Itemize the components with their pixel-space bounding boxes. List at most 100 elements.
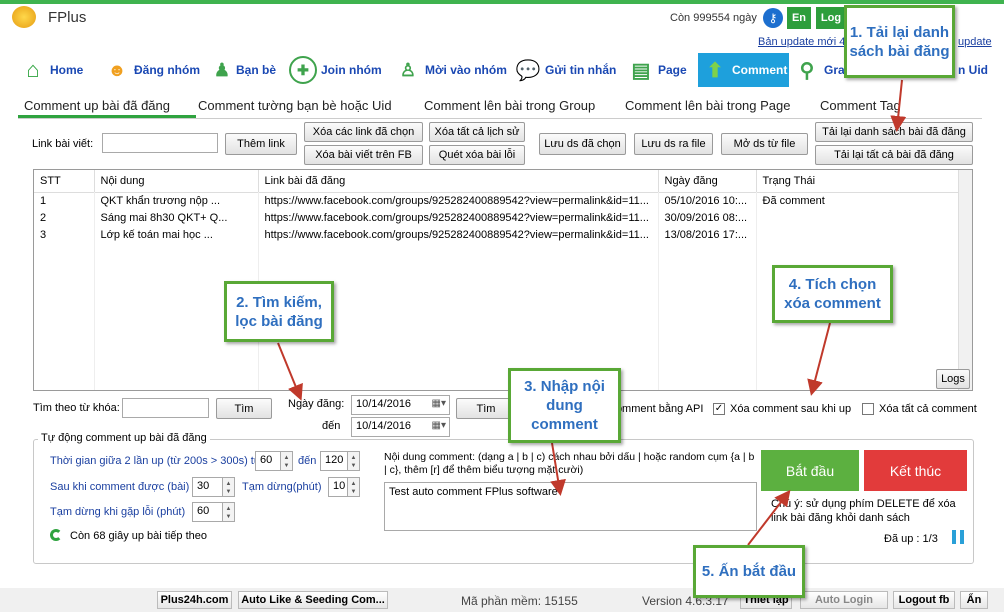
cell-status [756, 209, 972, 226]
scan-error-posts-button[interactable]: Quét xóa bài lỗi [429, 145, 525, 165]
login-button[interactable]: Log [816, 7, 846, 29]
app-title: FPlus [48, 9, 87, 26]
find-keyword-button[interactable]: Tìm [216, 398, 272, 419]
join-group-icon: ✚ [289, 56, 317, 84]
cell-stt: 3 [34, 226, 95, 243]
chat-icon: 💬 [515, 59, 541, 82]
nav-dang-nhom[interactable]: ☻ Đăng nhóm [104, 57, 200, 83]
site-link[interactable]: Plus24h.com [157, 591, 232, 609]
update-link[interactable]: Bản update mới 4. [758, 36, 848, 48]
error-pause-label: Tạm dừng khi gặp lỗi (phút) [50, 506, 186, 518]
update-link-2[interactable]: update [958, 36, 992, 48]
delete-all-label: Xóa tất cả comment [879, 403, 977, 415]
find-date-button[interactable]: Tìm [456, 398, 516, 419]
logout-fb-button[interactable]: Logout fb [893, 591, 955, 609]
delete-all-checkbox[interactable] [862, 403, 874, 415]
auto-login-button[interactable]: Auto Login [800, 591, 888, 609]
stop-button[interactable]: Kết thúc [864, 450, 967, 491]
spinner-icon[interactable]: ▲ ▼ [347, 452, 359, 470]
search-icon: ⚲ [799, 59, 815, 82]
table-row[interactable]: 2 Sáng mai 8h30 QKT+ Q... https://www.fa… [34, 209, 972, 226]
spinner-icon[interactable]: ▲ ▼ [222, 478, 234, 496]
spinner-icon[interactable]: ▲ ▼ [280, 452, 292, 470]
delete-all-history-button[interactable]: Xóa tất cả lịch sử [429, 122, 525, 142]
col-link: Link bài đã đăng [258, 170, 659, 193]
nav-ban-be[interactable]: ♟ Bạn bè [212, 57, 276, 83]
interval-to-label: đến [298, 455, 317, 467]
nav-moi-vao-nhom[interactable]: ♙ Mời vào nhóm [395, 57, 507, 83]
after-comment-input[interactable]: 30 ▲ ▼ [192, 477, 235, 497]
error-pause-input[interactable]: 60 ▲ ▼ [192, 502, 235, 522]
pause-input[interactable]: 10 ▲ ▼ [328, 477, 360, 497]
table-scrollbar[interactable] [958, 170, 972, 390]
callout-search: 2. Tìm kiếm, lọc bài đăng [224, 281, 334, 342]
cell-status [756, 226, 972, 243]
keyword-label: Tìm theo từ khóa: [33, 402, 120, 414]
remaining-days: Còn 999554 ngày [670, 12, 757, 24]
nav-comment[interactable]: ⬆ Comment [698, 53, 789, 87]
nav-join-nhom[interactable]: ✚ Join nhóm [289, 56, 382, 84]
nav-gui-tin-nhan[interactable]: 💬 Gửi tin nhắn [515, 57, 617, 83]
pause-label: Tạm dừng(phút) [242, 481, 322, 493]
lang-button[interactable]: En [787, 7, 811, 29]
interval-from-input[interactable]: 60 ▲ ▼ [255, 451, 293, 471]
save-file-button[interactable]: Lưu ds ra file [634, 133, 713, 155]
progress-text: Đã up : 1/3 [884, 533, 938, 545]
spinner-icon[interactable]: ▲ ▼ [347, 478, 359, 496]
link-input[interactable] [102, 133, 218, 153]
comment-content-input[interactable]: Test auto comment FPlus software [384, 482, 757, 531]
nav-graph[interactable]: ⚲ Gra [794, 57, 845, 83]
table-col-line [658, 192, 659, 390]
table-row[interactable]: 1 QKT khẩn trương nộp ... https://www.fa… [34, 192, 972, 209]
logs-button[interactable]: Logs [936, 369, 970, 389]
tab-comment-up[interactable]: Comment up bài đã đăng [24, 98, 170, 113]
interval-label: Thời gian giữa 2 lần up (từ 200s > 300s)… [50, 455, 262, 467]
cell-status: Đã comment [756, 192, 972, 209]
col-status: Trạng Thái [756, 170, 972, 193]
nav-home[interactable]: ⌂ Home [20, 57, 83, 83]
seeding-link[interactable]: Auto Like & Seeding Com... [238, 591, 388, 609]
date-from-input[interactable]: 10/14/2016 ▦▾ [351, 395, 450, 415]
tab-comment-group[interactable]: Comment lên bài trong Group [424, 98, 595, 113]
nav-page[interactable]: ▤ Page [628, 57, 687, 83]
reload-list-button[interactable]: Tải lại danh sách bài đã đăng [815, 122, 973, 142]
callout-start: 5. Ấn bắt đầu [693, 545, 805, 598]
delete-fb-posts-button[interactable]: Xóa bài viết trên FB [304, 145, 423, 165]
cell-date: 13/08/2016 17:... [658, 226, 757, 243]
date-label: Ngày đăng: [288, 398, 345, 410]
key-icon[interactable]: ⚷ [763, 8, 783, 28]
table-row[interactable]: 3 Lớp kế toán mai học ... https://www.fa… [34, 226, 972, 243]
invite-icon: ♙ [399, 59, 417, 80]
tab-comment-tag[interactable]: Comment Tag [820, 98, 901, 113]
hide-button[interactable]: Ẩn [960, 591, 988, 609]
save-selected-button[interactable]: Lưu ds đã chọn [539, 133, 626, 155]
up-arrow-icon: ⬆ [706, 59, 724, 82]
delete-after-checkbox[interactable]: ✓ [713, 403, 725, 415]
add-link-button[interactable]: Thêm link [225, 133, 297, 155]
note-text: Chú ý: sử dụng phím DELETE để xóa link b… [771, 498, 956, 524]
countdown-text: Còn 68 giây up bài tiếp theo [70, 530, 207, 542]
cell-date: 30/09/2016 08:... [658, 209, 757, 226]
cell-date: 05/10/2016 10:... [658, 192, 757, 209]
auto-comment-title: Tự động comment up bài đã đăng [38, 432, 210, 444]
tab-comment-tuong[interactable]: Comment tường bạn bè hoặc Uid [198, 98, 392, 113]
callout-delete: 4. Tích chọn xóa comment [772, 265, 893, 323]
tab-comment-page[interactable]: Comment lên bài trong Page [625, 98, 790, 113]
calendar-icon[interactable]: ▦▾ [432, 398, 446, 409]
table-col-line [756, 192, 757, 390]
cell-link: https://www.facebook.com/groups/92528240… [258, 209, 659, 226]
calendar-icon[interactable]: ▦▾ [432, 420, 446, 431]
cell-content: Lớp kế toán mai học ... [94, 226, 259, 243]
delete-selected-links-button[interactable]: Xóa các link đã chọn [304, 122, 423, 142]
open-file-button[interactable]: Mở ds từ file [721, 133, 808, 155]
pause-icon[interactable] [952, 530, 964, 544]
callout-content: 3. Nhập nội dung comment [508, 368, 621, 443]
keyword-input[interactable] [122, 398, 209, 418]
interval-to-input[interactable]: 120 ▲ ▼ [320, 451, 360, 471]
start-button[interactable]: Bắt đầu [761, 450, 859, 491]
spinner-icon[interactable]: ▲ ▼ [222, 503, 234, 521]
reload-all-button[interactable]: Tải lại tất cả bài đã đăng [815, 145, 973, 165]
callout-reload: 1. Tải lại danh sách bài đăng [844, 5, 955, 78]
nav-uid[interactable]: n Uid [958, 57, 988, 83]
date-to-input[interactable]: 10/14/2016 ▦▾ [351, 417, 450, 437]
